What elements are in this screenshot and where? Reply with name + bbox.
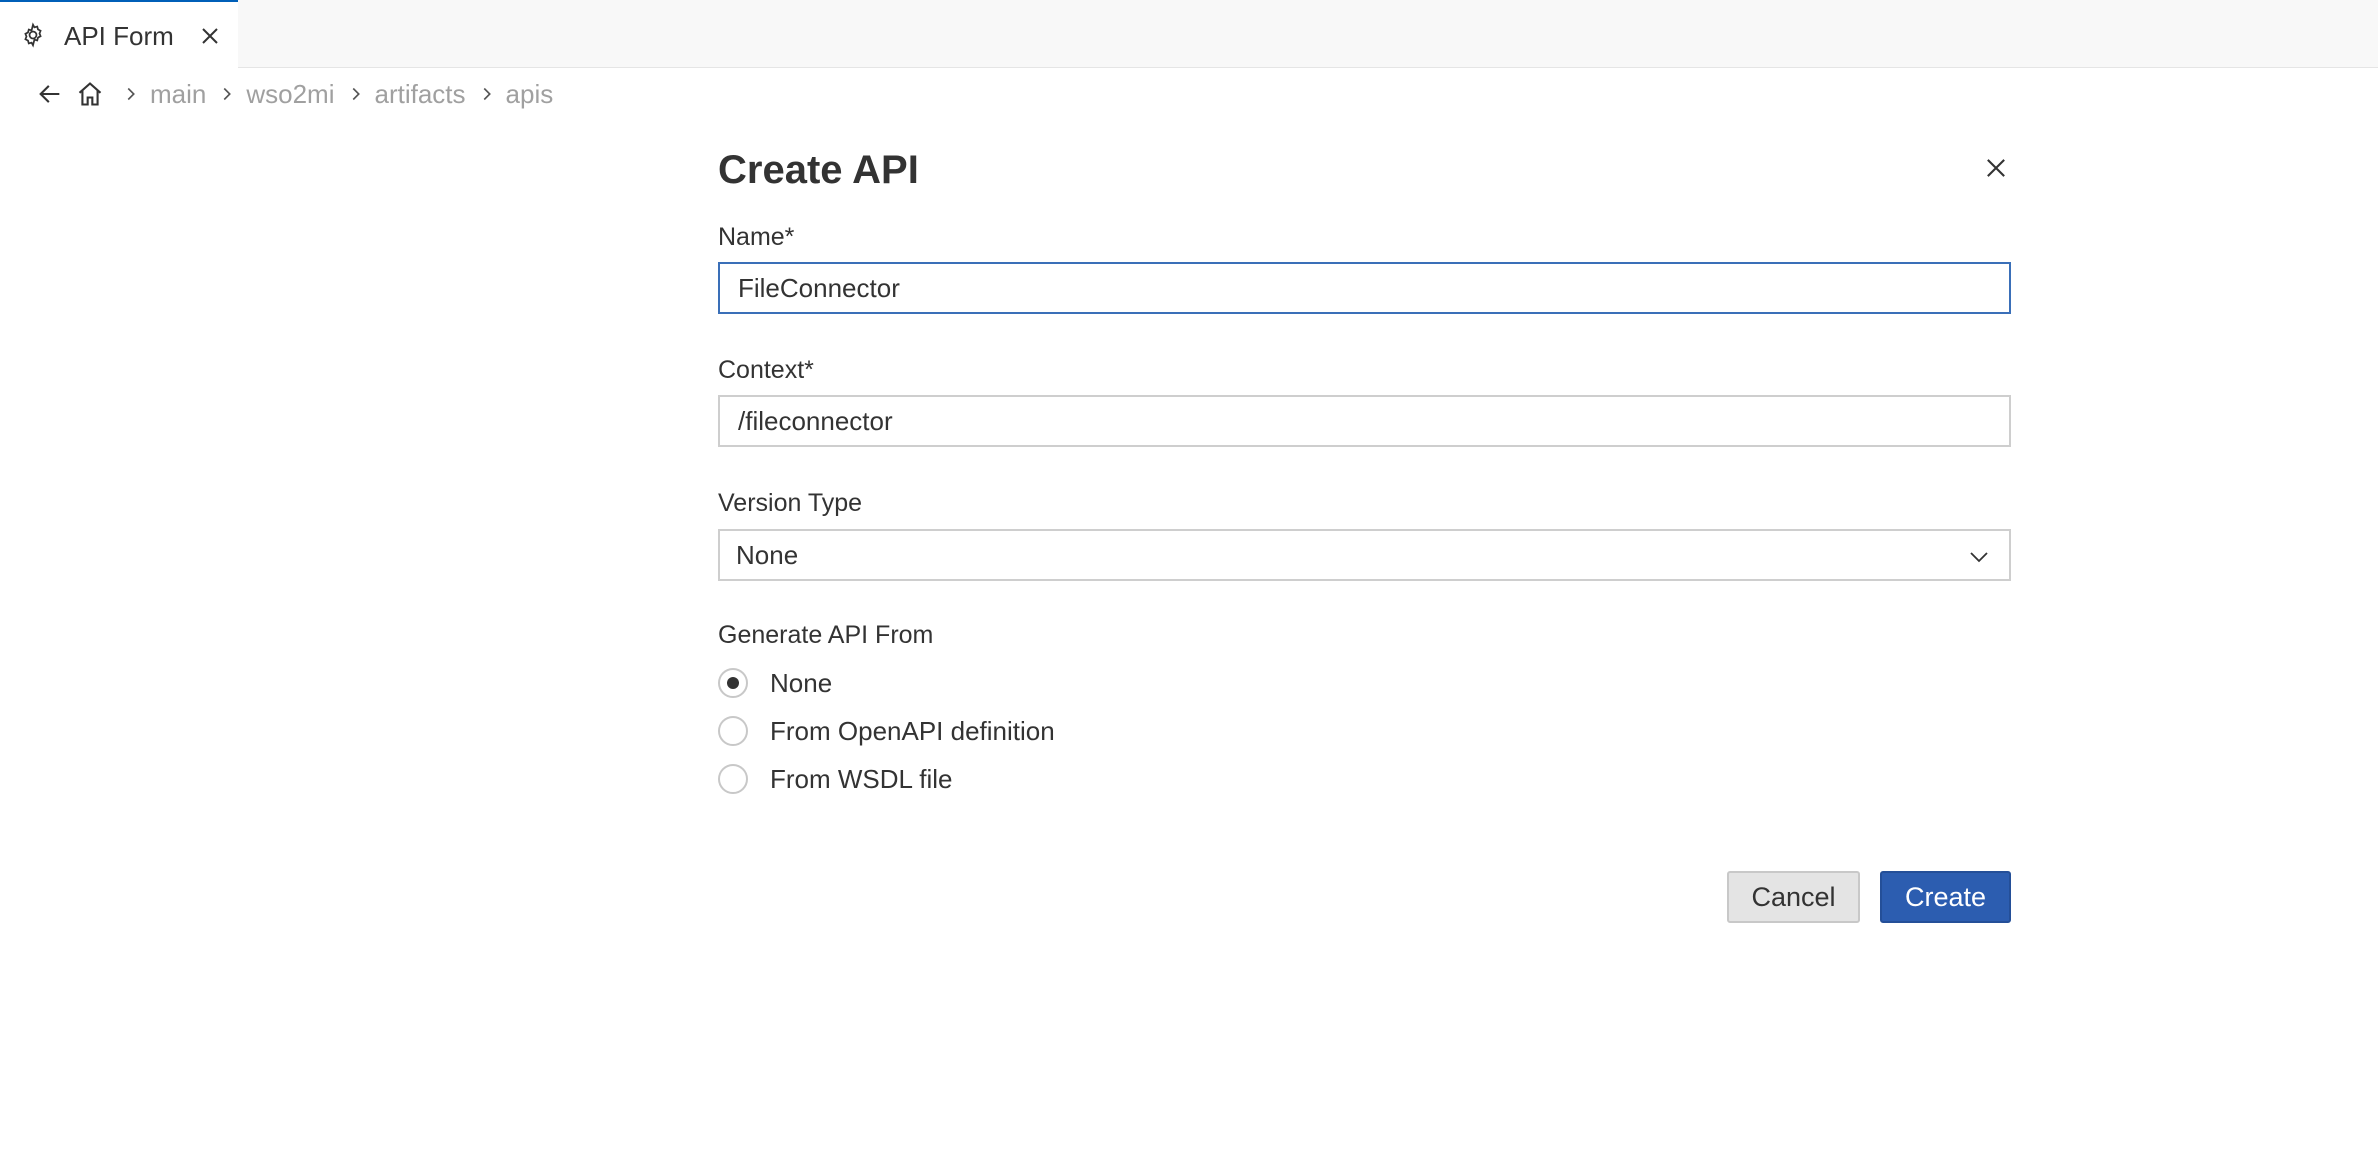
gear-icon <box>24 22 42 48</box>
tab-bar: API Form <box>0 0 2378 69</box>
breadcrumb-item-apis[interactable]: apis <box>506 79 554 110</box>
close-icon[interactable] <box>1982 154 2010 182</box>
radio-option-none[interactable]: None <box>718 665 832 701</box>
page-title: Create API <box>718 148 919 192</box>
tab-label: API Form <box>64 21 174 51</box>
generate-api-from-label: Generate API From <box>718 621 934 649</box>
name-label: Name* <box>718 223 795 251</box>
tab-api-form[interactable]: API Form <box>0 0 238 69</box>
chevron-right-icon <box>127 87 135 101</box>
radio-button[interactable] <box>718 716 748 746</box>
close-icon[interactable] <box>198 24 222 48</box>
radio-label: From OpenAPI definition <box>770 715 1055 746</box>
chevron-right-icon <box>352 87 360 101</box>
breadcrumb-item-wso2mi[interactable]: wso2mi <box>246 79 334 110</box>
radio-label: None <box>770 667 833 698</box>
breadcrumb: main wso2mi artifacts apis <box>36 74 559 114</box>
cancel-button[interactable]: Cancel <box>1727 871 1860 923</box>
create-button[interactable]: Create <box>1880 871 2011 923</box>
radio-button[interactable] <box>718 764 748 794</box>
radio-button[interactable] <box>718 668 748 698</box>
radio-option-openapi[interactable]: From OpenAPI definition <box>718 713 1055 749</box>
version-type-dropdown[interactable]: None <box>718 529 2011 581</box>
chevron-down-icon <box>1970 552 1988 563</box>
context-input[interactable] <box>718 395 2011 447</box>
chevron-right-icon <box>224 87 232 101</box>
chevron-right-icon <box>483 87 491 101</box>
context-label: Context* <box>718 356 814 384</box>
version-type-label: Version Type <box>718 489 863 517</box>
name-input[interactable] <box>718 262 2011 314</box>
radio-label: From WSDL file <box>770 763 953 794</box>
version-type-value: None <box>736 539 799 570</box>
breadcrumb-item-main[interactable]: main <box>150 79 206 110</box>
arrow-left-icon[interactable] <box>36 80 64 108</box>
radio-option-wsdl[interactable]: From WSDL file <box>718 761 953 797</box>
home-icon[interactable] <box>76 80 104 108</box>
breadcrumb-item-artifacts[interactable]: artifacts <box>375 79 466 110</box>
